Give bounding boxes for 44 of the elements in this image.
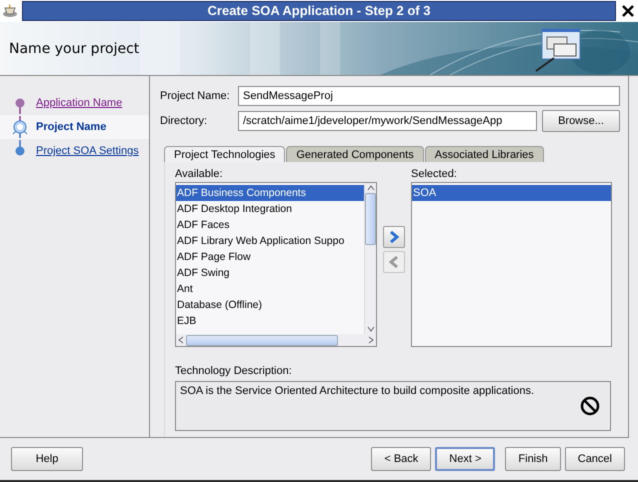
cup-icon	[2, 4, 18, 18]
list-label: Available:	[175, 168, 224, 182]
tab[interactable]: Project Technologies	[164, 146, 286, 162]
browse-button[interactable]: Browse...	[542, 110, 620, 132]
text-field[interactable]: /scratch/aime1/jdeveloper/mywork/SendMessageApp	[238, 111, 537, 131]
close-icon[interactable]	[622, 5, 634, 17]
vertical-scrollbar[interactable]	[364, 183, 376, 334]
page-heading: Name your project	[9, 41, 140, 57]
list-box[interactable]: ADF Business Components ADF Desktop Integration ADF Faces ADF Library Web Application Suppo ADF Page Flow ADF Swing Ant Database (Offline) EJB	[175, 182, 377, 347]
window-title: Create SOA Application - Step 2 of 3	[22, 1, 616, 21]
tab[interactable]: Generated Components	[286, 146, 424, 162]
field-label: Directory:	[160, 115, 208, 127]
list-item[interactable]: ADF Desktop Integration	[176, 201, 364, 217]
list-item[interactable]: Ant	[176, 281, 364, 297]
step-item[interactable]: Application Name	[0, 91, 149, 115]
list-item[interactable]: EJB	[176, 313, 364, 329]
prohibited-icon	[580, 396, 600, 416]
list-item[interactable]: ADF Business Components	[176, 185, 364, 201]
field-label: Project Name:	[160, 90, 231, 102]
list-box[interactable]: SOA	[411, 182, 612, 347]
dialog-button[interactable]: Finish	[505, 447, 561, 471]
chevron-right-icon	[389, 231, 399, 243]
text-field[interactable]: SendMessageProj	[238, 86, 620, 106]
list-item[interactable]: ADF Swing	[176, 265, 364, 281]
windows-icon	[534, 28, 582, 72]
dialog-button[interactable]: Next >	[435, 447, 496, 471]
description-label: Technology Description:	[175, 365, 293, 379]
dialog-button[interactable]: Cancel	[564, 447, 625, 471]
step-item[interactable]: Project SOA Settings	[0, 139, 149, 163]
list-label: Selected:	[411, 168, 458, 182]
description-text: SOA is the Service Oriented Architecture to build composite applications.	[180, 385, 534, 397]
list-item[interactable]: ADF Faces	[176, 217, 364, 233]
tab[interactable]: Associated Libraries	[424, 146, 544, 162]
step-node-icon	[10, 116, 30, 138]
horizontal-scrollbar[interactable]	[176, 334, 376, 346]
list-item[interactable]: SOA	[412, 185, 611, 201]
dialog-button[interactable]: < Back	[371, 447, 432, 471]
list-item[interactable]: Database (Offline)	[176, 297, 364, 313]
list-item[interactable]: ADF Page Flow	[176, 249, 364, 265]
step-item[interactable]: Project Name	[0, 115, 149, 139]
list-item[interactable]: ADF Library Web Application Suppo	[176, 233, 364, 249]
help-button[interactable]: Help	[11, 447, 83, 471]
move-button[interactable]	[383, 226, 405, 248]
chevron-left-icon	[389, 256, 399, 268]
